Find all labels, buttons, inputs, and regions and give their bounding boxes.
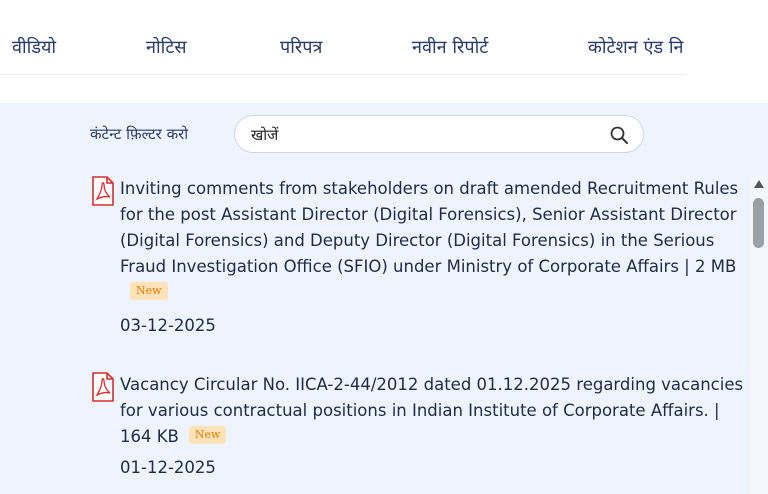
tab-videos[interactable]: वीडियो: [12, 35, 56, 59]
tab-notices[interactable]: नोटिस: [146, 35, 187, 59]
pdf-icon[interactable]: [91, 176, 115, 206]
item-title-text: Inviting comments from stakeholders on d…: [120, 179, 739, 276]
item-title-link[interactable]: Inviting comments from stakeholders on d…: [120, 176, 745, 306]
item-title-link[interactable]: Vacancy Circular No. IICA-2-44/2012 date…: [120, 372, 745, 450]
tab-circulars[interactable]: परिपत्र: [280, 35, 322, 59]
pdf-icon[interactable]: [91, 372, 115, 402]
vertical-scrollbar[interactable]: [750, 176, 768, 494]
search-box: [234, 115, 644, 153]
item-date: 01-12-2025: [120, 458, 216, 477]
tab-bar: वीडियो नोटिस परिपत्र नवीन रिपोर्ट कोटेशन…: [0, 0, 686, 75]
search-icon[interactable]: [609, 125, 629, 145]
tab-quotation-tender[interactable]: कोटेशन एंड नि: [588, 35, 683, 59]
tab-new-reports[interactable]: नवीन रिपोर्ट: [412, 35, 488, 59]
scroll-thumb[interactable]: [753, 198, 764, 248]
filter-label: कंटेन्ट फ़िल्टर करो: [90, 125, 189, 143]
search-input[interactable]: [249, 124, 593, 146]
scroll-up-arrow-icon[interactable]: [754, 180, 764, 188]
new-badge: New: [130, 282, 168, 300]
new-badge: New: [188, 426, 227, 444]
item-date: 03-12-2025: [120, 316, 216, 335]
